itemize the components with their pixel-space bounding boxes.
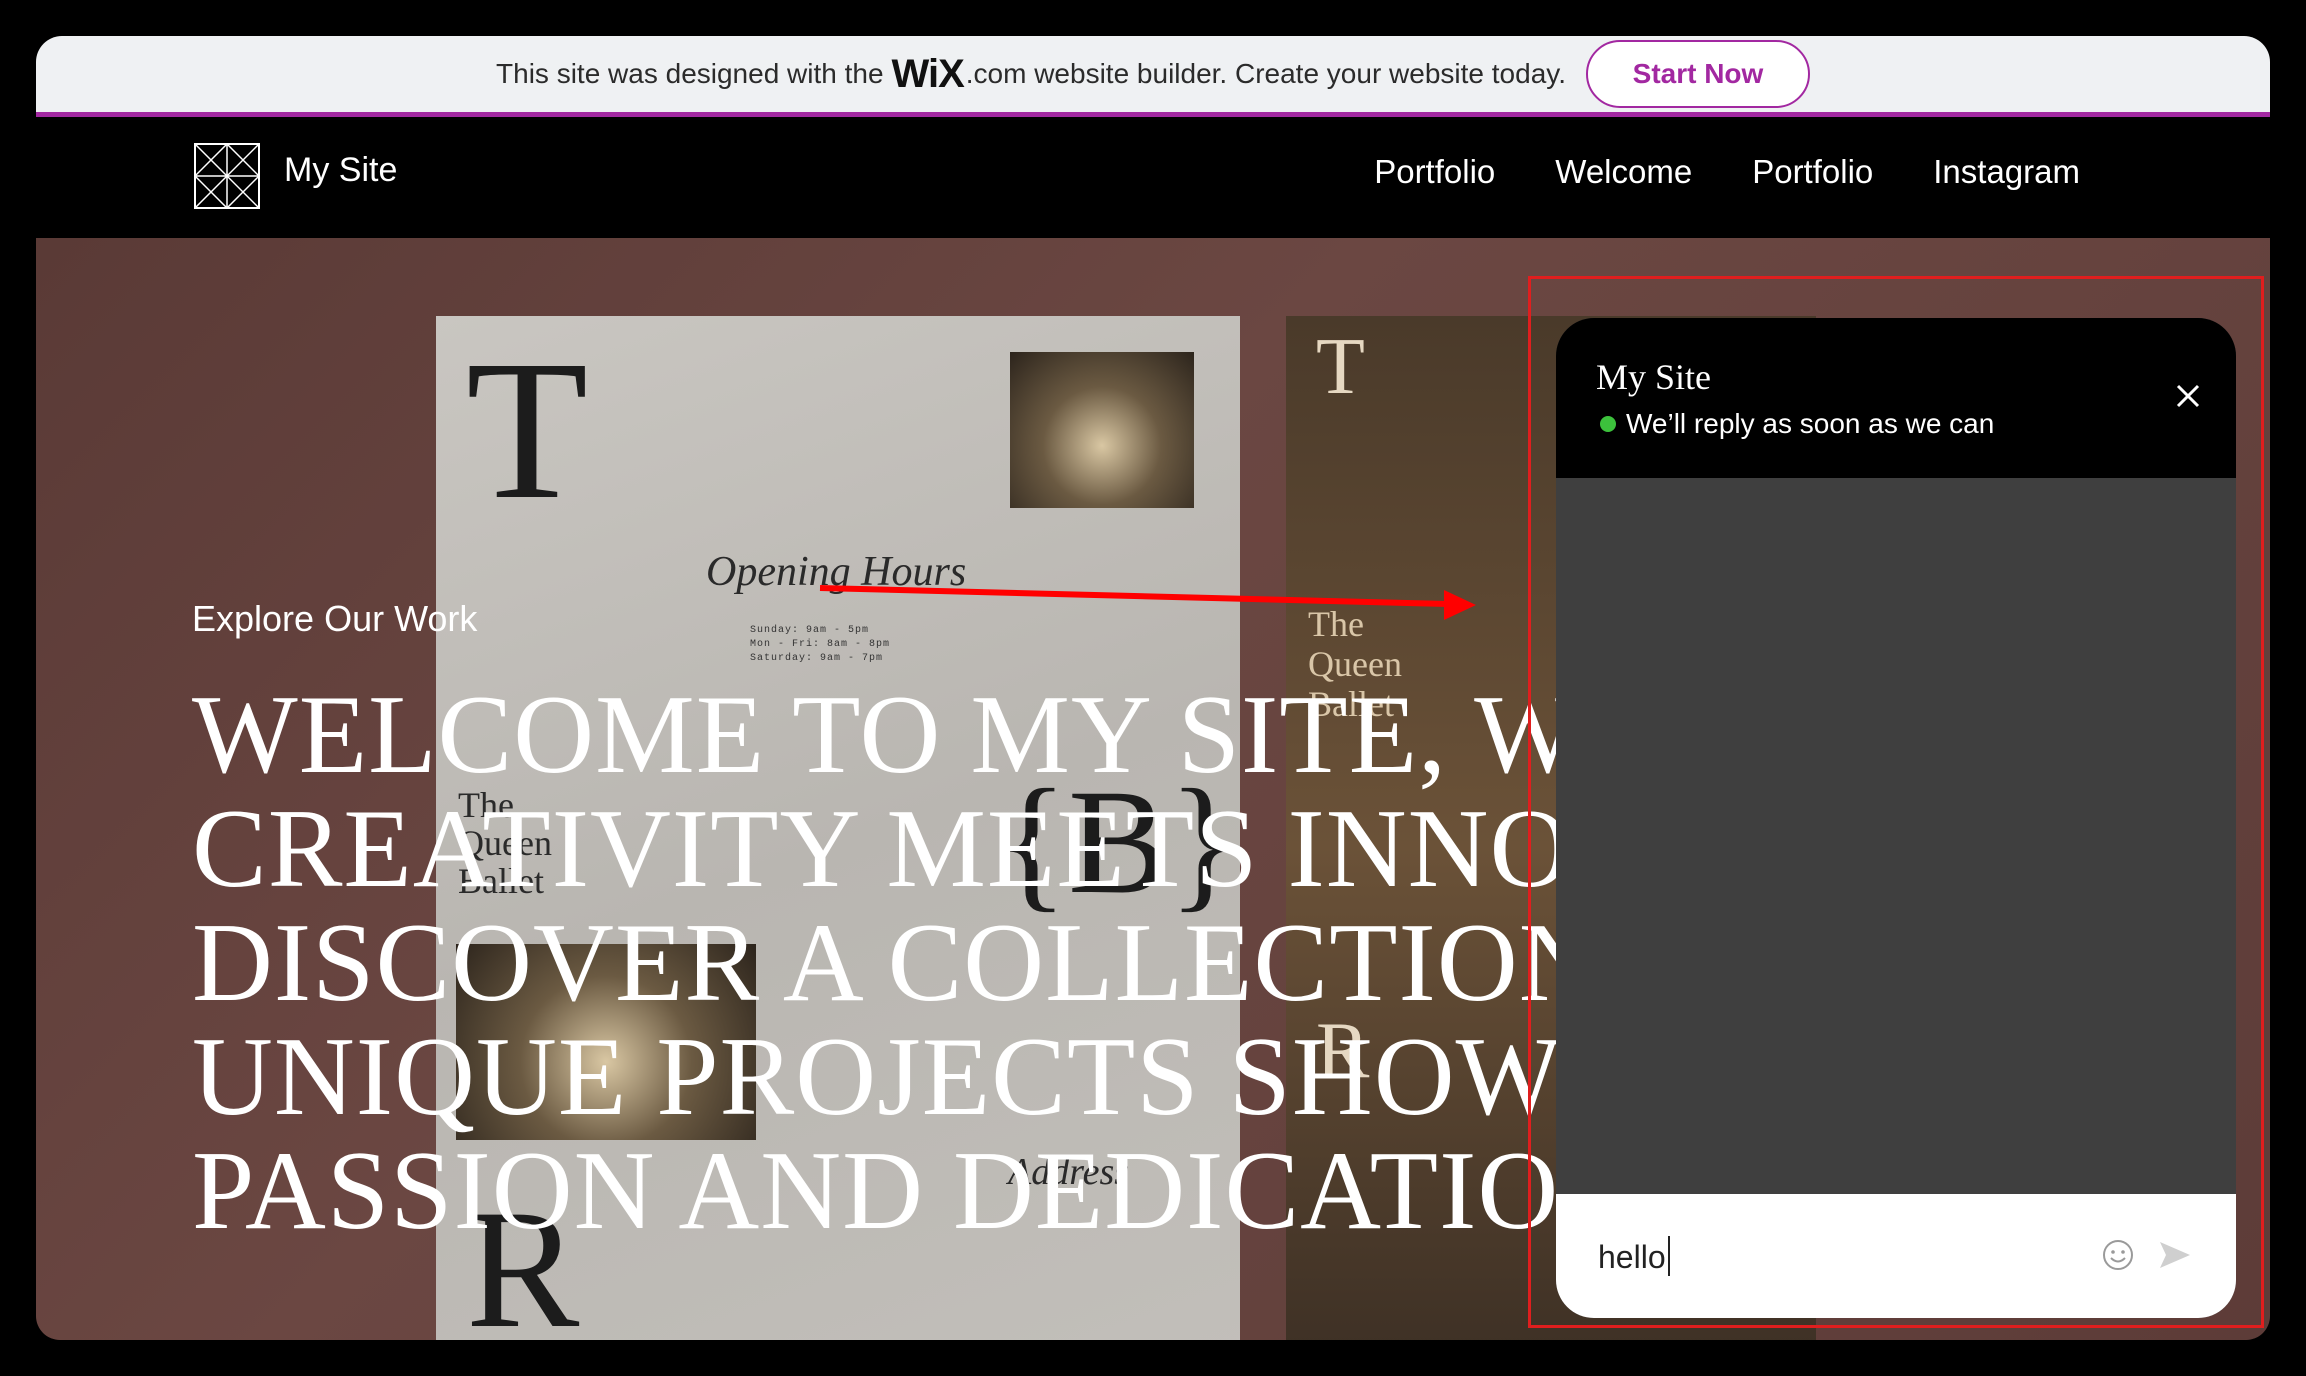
chat-messages-area[interactable] [1556,478,2236,1194]
dancer-photo [1010,352,1194,508]
hours-line: Saturday: 9am - 7pm [750,653,884,664]
chat-widget: My Site We’ll reply as soon as we can [1556,318,2236,1318]
chat-message-input[interactable] [1596,1228,2060,1286]
nav-link-welcome[interactable]: Welcome [1555,153,1692,191]
site-name[interactable]: My Site [284,151,397,190]
hours-line: Sunday: 9am - 5pm [750,625,870,636]
smiley-icon[interactable] [2101,1238,2135,1272]
chat-title: My Site [1596,357,1712,397]
main-nav: Portfolio Welcome Portfolio Instagram [1374,153,2080,191]
close-icon[interactable] [2168,376,2208,416]
chat-composer [1556,1194,2236,1318]
send-icon[interactable] [2156,1236,2194,1274]
hero-eyebrow: Explore Our Work [192,598,478,639]
opening-hours-title: Opening Hours [706,549,967,595]
chat-status-text: We’ll reply as soon as we can [1626,408,1995,439]
wix-promo-text: This site was designed with the WiX .com… [496,52,1574,97]
nav-link-portfolio-2[interactable]: Portfolio [1752,153,1873,191]
wix-logo: WiX [891,51,965,96]
site-header: My Site Portfolio Welcome Portfolio Inst… [36,117,2270,239]
chat-header: My Site We’ll reply as soon as we can [1556,318,2236,478]
poster-right-letter-t: T [1316,323,1365,411]
nav-link-portfolio[interactable]: Portfolio [1374,153,1495,191]
start-now-button[interactable]: Start Now [1585,40,1810,108]
wix-promo-text-after: .com website builder. Create your websit… [965,58,1566,89]
text-caret [1668,1236,1670,1276]
opening-hours-list: Sunday: 9am - 5pm Mon - Fri: 8am - 8pm S… [750,624,890,666]
online-status-dot [1600,416,1616,432]
wix-promo-banner: This site was designed with the WiX .com… [36,36,2270,117]
grid-logo-icon[interactable] [194,143,260,209]
nav-link-instagram[interactable]: Instagram [1933,153,2080,191]
poster-letter-t: T [466,320,589,541]
wix-promo-text-before: This site was designed with the [496,58,884,89]
hours-line: Mon - Fri: 8am - 8pm [750,639,891,650]
